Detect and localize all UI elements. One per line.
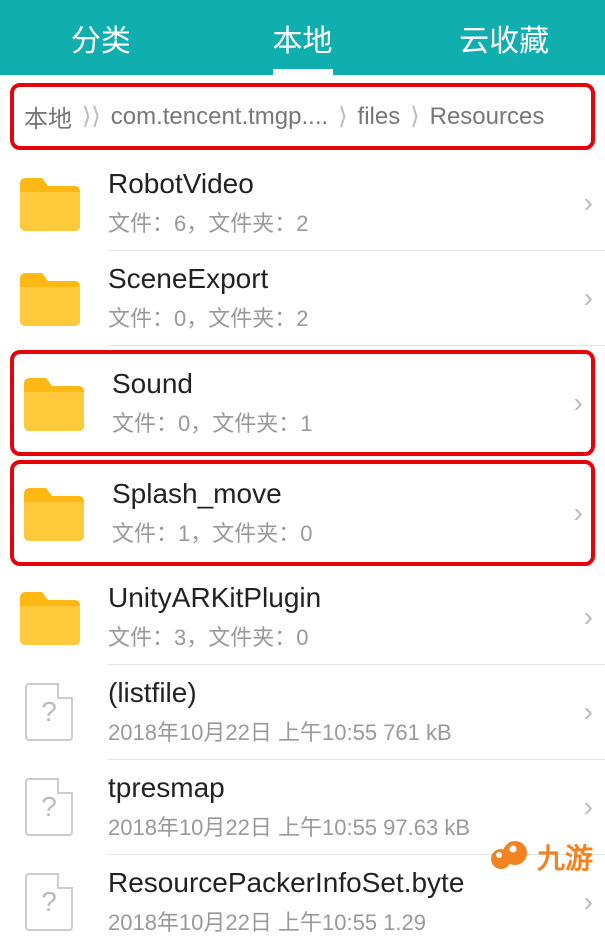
- watermark-logo-icon: [489, 837, 529, 877]
- chevron-right-icon: ›: [584, 791, 593, 823]
- tab-local[interactable]: 本地: [202, 0, 404, 75]
- item-details: 文件：0，文件夹：2: [108, 301, 578, 333]
- unknown-file-icon: ?: [25, 778, 73, 836]
- row-content: ResourcePackerInfoSet.byte2018年10月22日 上午…: [108, 867, 578, 937]
- item-name: Splash_move: [112, 478, 568, 510]
- item-name: tpresmap: [108, 772, 578, 804]
- divider: [108, 345, 605, 346]
- tab-label: 本地: [273, 16, 333, 60]
- row-content: SceneExport 文件：0，文件夹：2: [108, 263, 578, 333]
- file-icon: ?: [18, 871, 80, 933]
- item-details: 文件：0，文件夹：1: [112, 406, 568, 438]
- file-icon: ?: [18, 776, 80, 838]
- tab-categories[interactable]: 分类: [0, 0, 202, 75]
- folder-row[interactable]: SceneExport 文件：0，文件夹：2›: [0, 251, 605, 345]
- folder-icon: [18, 176, 80, 231]
- item-name: (listfile): [108, 677, 578, 709]
- tab-label: 云收藏: [459, 16, 549, 60]
- chevron-right-icon: ⟩⟩: [82, 102, 101, 131]
- chevron-right-icon: ›: [584, 187, 593, 219]
- item-name: RobotVideo: [108, 168, 578, 200]
- chevron-right-icon: ›: [584, 282, 593, 314]
- row-content: Sound 文件：0，文件夹：1: [112, 368, 568, 438]
- folder-icon: [18, 271, 80, 326]
- item-details: 2018年10月22日 上午10:55 761 kB: [108, 715, 578, 747]
- chevron-right-icon: ›: [574, 387, 583, 419]
- tab-cloud[interactable]: 云收藏: [403, 0, 605, 75]
- folder-icon: [18, 586, 80, 648]
- folder-icon: [22, 376, 84, 431]
- folder-icon: [18, 172, 80, 234]
- item-details: 文件：1，文件夹：0: [112, 516, 568, 548]
- folder-icon: [22, 486, 84, 541]
- row-content: UnityARKitPlugin 文件：3，文件夹：0: [108, 582, 578, 652]
- tab-active-indicator: [273, 69, 333, 75]
- file-row[interactable]: ? (listfile) 2018年10月22日 上午10:55 761 kB›: [0, 665, 605, 759]
- row-content: RobotVideo 文件：6，文件夹：2: [108, 168, 578, 238]
- breadcrumb[interactable]: 本地 ⟩⟩ com.tencent.tmgp.... ⟩ files ⟩ Res…: [20, 99, 585, 134]
- crumb-root[interactable]: 本地: [20, 99, 76, 134]
- chevron-right-icon: ›: [574, 497, 583, 529]
- file-list: RobotVideo文件：6，文件夹：2› SceneExport文件：0，文件…: [0, 156, 605, 949]
- folder-icon: [22, 372, 84, 434]
- chevron-right-icon: ⟩: [338, 102, 347, 131]
- tab-label: 分类: [71, 16, 131, 60]
- folder-row[interactable]: RobotVideo 文件：6，文件夹：2›: [0, 156, 605, 250]
- item-details: 2018年10月22日 上午10:55 1.29: [108, 905, 578, 937]
- folder-row[interactable]: Splash_move 文件：1，文件夹：0›: [10, 460, 595, 566]
- row-content: (listfile) 2018年10月22日 上午10:55 761 kB: [108, 677, 578, 747]
- crumb-resources[interactable]: Resources: [426, 103, 549, 131]
- unknown-file-icon: ?: [25, 873, 73, 931]
- folder-row[interactable]: UnityARKitPlugin 文件：3，文件夹：0›: [0, 570, 605, 664]
- folder-icon: [18, 590, 80, 645]
- item-name: SceneExport: [108, 263, 578, 295]
- item-name: Sound: [112, 368, 568, 400]
- folder-icon: [18, 267, 80, 329]
- breadcrumb-highlight: 本地 ⟩⟩ com.tencent.tmgp.... ⟩ files ⟩ Res…: [10, 83, 595, 150]
- row-content: tpresmap2018年10月22日 上午10:55 97.63 kB: [108, 772, 578, 842]
- watermark: 九游: [489, 837, 593, 877]
- top-tabs: 分类 本地 云收藏: [0, 0, 605, 75]
- item-name: UnityARKitPlugin: [108, 582, 578, 614]
- folder-row[interactable]: Sound 文件：0，文件夹：1›: [10, 350, 595, 456]
- folder-icon: [22, 482, 84, 544]
- chevron-right-icon: ›: [584, 696, 593, 728]
- row-content: Splash_move 文件：1，文件夹：0: [112, 478, 568, 548]
- chevron-right-icon: ›: [584, 886, 593, 918]
- item-details: 文件：6，文件夹：2: [108, 206, 578, 238]
- crumb-files[interactable]: files: [354, 103, 405, 131]
- item-details: 文件：3，文件夹：0: [108, 620, 578, 652]
- chevron-right-icon: ⟩: [410, 102, 419, 131]
- watermark-text: 九游: [537, 837, 593, 877]
- unknown-file-icon: ?: [25, 683, 73, 741]
- file-icon: ?: [18, 681, 80, 743]
- chevron-right-icon: ›: [584, 601, 593, 633]
- crumb-package[interactable]: com.tencent.tmgp....: [107, 103, 332, 131]
